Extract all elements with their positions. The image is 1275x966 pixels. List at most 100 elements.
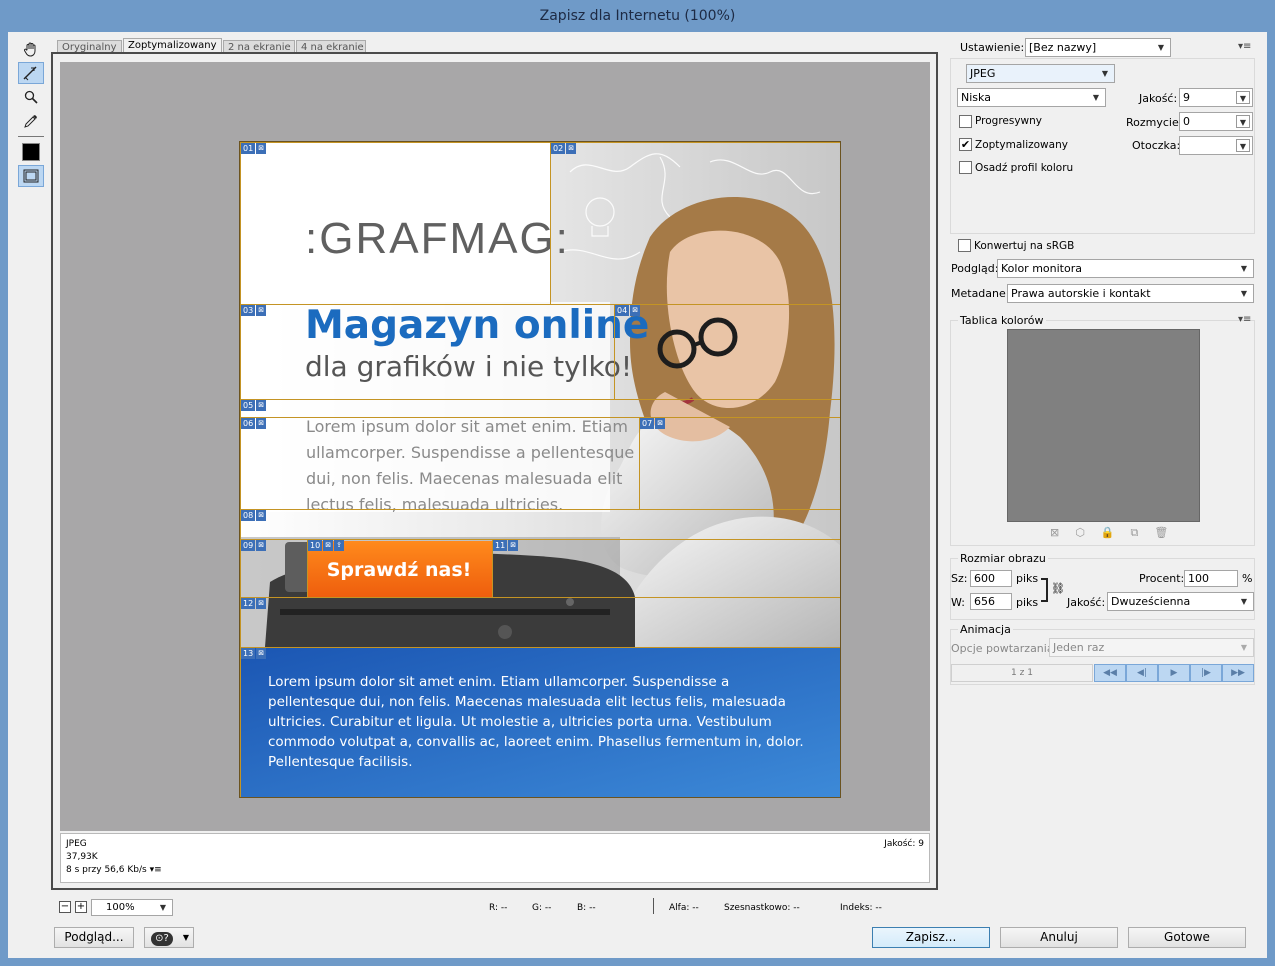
previous-frame-icon[interactable]: ◀|	[1126, 664, 1158, 682]
color-table-swatches[interactable]	[1007, 329, 1200, 522]
chevron-down-icon: ▼	[1240, 643, 1248, 652]
animation-controls: ◀◀ ◀| ▶ |▶ ▶▶	[1094, 664, 1254, 682]
map-to-transparent-icon[interactable]: ⊠	[1050, 526, 1075, 539]
progressive-label: Progresywny	[975, 115, 1043, 127]
quality-preset-value: Niska	[961, 91, 991, 104]
status-r: R: --	[489, 903, 508, 913]
last-frame-icon[interactable]: ▶▶	[1222, 664, 1254, 682]
info-speed-text: 8 s przy 56,6 Kb/s	[66, 865, 147, 875]
toolbar-divider	[18, 136, 44, 137]
first-frame-icon[interactable]: ◀◀	[1094, 664, 1126, 682]
chevron-down-icon: ▼	[182, 933, 189, 942]
web-shift-icon[interactable]: ⬡	[1075, 526, 1101, 539]
convert-srgb-checkbox[interactable]	[958, 239, 971, 252]
dialog-client: Oryginalny Zoptymalizowany 2 na ekranie …	[8, 32, 1267, 958]
constrain-proportions-icon[interactable]: ⛓	[1051, 582, 1065, 595]
status-divider	[653, 898, 654, 914]
info-speed[interactable]: 8 s przy 56,6 Kb/s ▾≡	[66, 864, 924, 877]
preset-value: [Bez nazwy]	[1029, 41, 1097, 54]
preview-label: Podgląd:	[951, 262, 999, 275]
delete-color-icon[interactable]: 🗑	[1154, 526, 1184, 539]
height-input[interactable]: 656	[970, 593, 1012, 610]
browser-help-icon: ⊙?	[151, 932, 173, 946]
status-hex: Szesnastkowo: --	[724, 903, 800, 913]
preview-value: Kolor monitora	[1001, 262, 1082, 275]
zoom-out-button[interactable]: −	[59, 901, 71, 913]
blur-input[interactable]: 0 ▼	[1179, 112, 1253, 131]
percent-label: Procent:	[1139, 572, 1185, 585]
logo-text: :GRAFMAG:	[305, 214, 570, 263]
status-index: Indeks: --	[840, 903, 882, 913]
embed-profile-checkbox[interactable]	[959, 161, 972, 174]
lorem-gray-text: Lorem ipsum dolor sit amet enim. Etiam u…	[306, 417, 635, 514]
resample-quality-value: Dwuześcienna	[1111, 595, 1191, 608]
progressive-checkbox[interactable]	[959, 115, 972, 128]
optimized-image[interactable]: :GRAFMAG: Magazyn online dla grafików i …	[239, 141, 841, 798]
quality-value: 9	[1183, 91, 1190, 104]
window-title: Zapisz dla Internetu (100%)	[539, 8, 736, 24]
loop-label: Opcje powtarzania:	[951, 642, 1058, 655]
color-table-actions: ⊠⬡🔒⧉🗑	[1050, 526, 1184, 540]
optimization-info: JPEG 37,93K 8 s przy 56,6 Kb/s ▾≡ Jakość…	[60, 833, 930, 883]
quality-input[interactable]: 9 ▼	[1179, 88, 1253, 107]
cta-text: Sprawdź nas!	[327, 559, 472, 581]
width-unit: piks	[1016, 572, 1039, 585]
image-size-title: Rozmiar obrazu	[958, 552, 1048, 565]
preview-select[interactable]: Kolor monitora ▼	[997, 259, 1254, 278]
next-frame-icon[interactable]: |▶	[1190, 664, 1222, 682]
quality-preset-select[interactable]: Niska ▼	[957, 88, 1106, 107]
matte-select[interactable]: ▼	[1179, 136, 1253, 155]
color-table-menu-icon[interactable]: ▾≡	[1238, 314, 1251, 325]
width-label: Sz:	[951, 572, 968, 585]
chevron-down-icon: ▼	[1240, 289, 1248, 298]
toolbar	[16, 36, 46, 189]
play-icon[interactable]: ▶	[1158, 664, 1190, 682]
metadata-label: Metadane:	[951, 287, 1010, 300]
hand-tool-icon[interactable]	[18, 38, 44, 60]
menu-icon[interactable]: ▾≡	[150, 865, 162, 875]
preset-label: Ustawienie:	[960, 41, 1025, 54]
info-size: 37,93K	[66, 852, 98, 862]
optimize-menu-icon[interactable]: ▾≡	[1238, 41, 1251, 52]
resample-quality-select[interactable]: Dwuześcienna ▼	[1107, 592, 1254, 611]
percent-input[interactable]: 100	[1184, 570, 1238, 587]
eyedropper-tool-icon[interactable]	[18, 110, 44, 132]
chevron-down-icon: ▼	[1236, 139, 1250, 152]
status-b: B: --	[577, 903, 596, 913]
embed-profile-label: Osadź profil koloru	[975, 162, 1074, 174]
zoom-in-button[interactable]: +	[75, 901, 87, 913]
metadata-select[interactable]: Prawa autorskie i kontakt ▼	[1007, 284, 1254, 303]
chevron-down-icon: ▼	[1092, 93, 1100, 102]
zoom-select[interactable]: 100% ▼	[91, 899, 173, 916]
metadata-value: Prawa autorskie i kontakt	[1011, 287, 1151, 300]
checkmark-icon: ✔	[960, 138, 971, 151]
height-label: W:	[951, 596, 965, 609]
chevron-down-icon: ▼	[1236, 115, 1250, 128]
toggle-slices-visibility-icon[interactable]	[18, 165, 44, 187]
preview-button[interactable]: Podgląd...	[54, 927, 134, 948]
info-format: JPEG	[66, 839, 87, 849]
slice-select-tool-icon[interactable]	[18, 62, 44, 84]
optimized-checkbox[interactable]: ✔	[959, 138, 972, 151]
chevron-down-icon: ▼	[1240, 264, 1248, 273]
width-input[interactable]: 600	[970, 570, 1012, 587]
eyedropper-color-swatch[interactable]	[18, 141, 44, 163]
frame-counter: 1 z 1	[951, 664, 1093, 682]
status-g: G: --	[532, 903, 552, 913]
preview-frame: :GRAFMAG: Magazyn online dla grafików i …	[51, 52, 938, 890]
info-quality: Jakość: 9	[884, 839, 924, 849]
format-select[interactable]: JPEG ▼	[966, 64, 1115, 83]
blur-value: 0	[1183, 115, 1190, 128]
chevron-down-icon: ▼	[1236, 91, 1250, 104]
zoom-tool-icon[interactable]	[18, 86, 44, 108]
preview-browser-button[interactable]: ⊙? ▼	[144, 927, 194, 948]
chevron-down-icon: ▼	[159, 903, 167, 912]
loop-select[interactable]: Jeden raz ▼	[1049, 638, 1254, 657]
new-color-icon[interactable]: ⧉	[1131, 526, 1155, 539]
lorem-blue-text: Lorem ipsum dolor sit amet enim. Etiam u…	[268, 674, 804, 770]
preset-select[interactable]: [Bez nazwy] ▼	[1025, 38, 1171, 57]
animation-title: Animacja	[958, 623, 1013, 636]
lock-color-icon[interactable]: 🔒	[1101, 526, 1131, 539]
status-bar: − + 100% ▼ R: -- G: -- B: -- Alfa: -- Sze…	[51, 894, 938, 918]
chevron-down-icon: ▼	[1240, 597, 1248, 606]
